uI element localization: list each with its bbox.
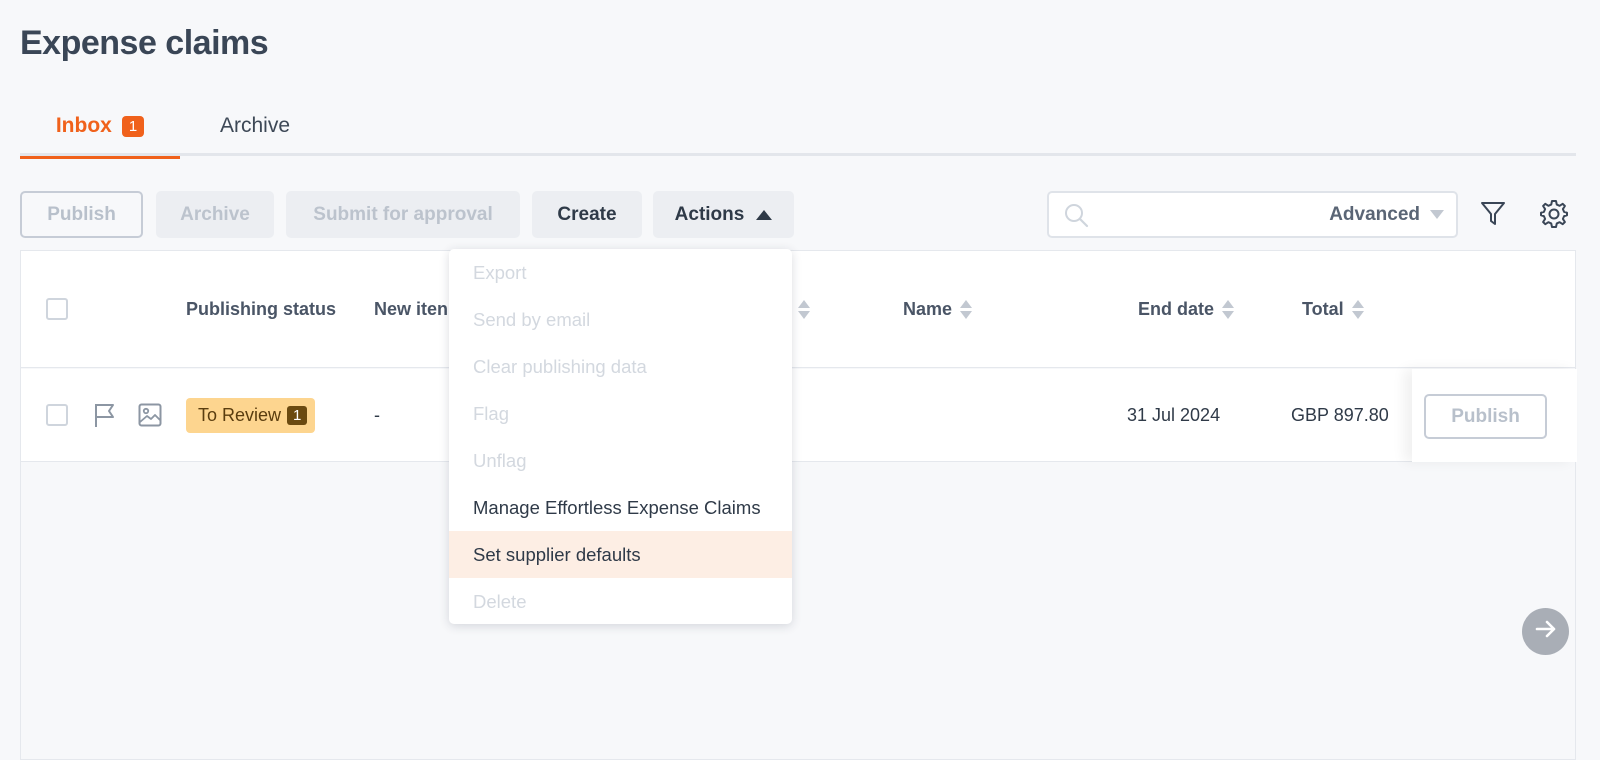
column-name[interactable]: Name: [903, 251, 973, 368]
column-total-label: Total: [1302, 299, 1344, 319]
row-publish-button[interactable]: Publish: [1424, 394, 1547, 439]
sort-icon: [960, 300, 973, 319]
publish-button[interactable]: Publish: [20, 191, 143, 238]
next-button[interactable]: [1522, 608, 1569, 655]
arrow-right-icon: [1534, 617, 1558, 646]
tab-archive[interactable]: Archive: [205, 96, 305, 156]
claims-table: Publishing status New iten Name End date…: [20, 250, 1577, 760]
page-title: Expense claims: [20, 24, 269, 62]
total-cell: GBP 897.80: [1291, 405, 1389, 425]
column-end-date[interactable]: End date: [1138, 251, 1235, 368]
search-box: Advanced: [1047, 191, 1458, 238]
tab-inbox-label: Inbox: [55, 114, 112, 137]
filter-icon[interactable]: [1480, 200, 1506, 233]
actions-menu: Export Send by email Clear publishing da…: [449, 249, 792, 624]
advanced-search-dropdown[interactable]: Advanced: [1329, 193, 1444, 236]
column-new-items[interactable]: New iten: [374, 251, 448, 368]
flag-icon[interactable]: [93, 402, 117, 433]
menu-item-send-by-email[interactable]: Send by email: [449, 296, 792, 343]
sort-icon: [798, 300, 810, 319]
menu-item-export[interactable]: Export: [449, 249, 792, 296]
submit-for-approval-button[interactable]: Submit for approval: [286, 191, 520, 238]
search-icon: [1063, 202, 1089, 233]
column-name-label: Name: [903, 299, 953, 319]
column-publishing-status[interactable]: Publishing status: [186, 251, 336, 368]
tab-bar: Inbox 1 Archive: [20, 96, 1576, 159]
inbox-count-badge: 1: [121, 115, 145, 137]
end-date-cell: 31 Jul 2024: [1127, 405, 1221, 425]
menu-item-delete[interactable]: Delete: [449, 578, 792, 625]
status-label: To Review: [198, 405, 282, 425]
column-total[interactable]: Total: [1302, 251, 1364, 368]
tab-archive-label: Archive: [219, 114, 291, 137]
advanced-label: Advanced: [1329, 203, 1420, 225]
status-badge[interactable]: To Review 1: [186, 398, 316, 433]
row-checkbox[interactable]: [46, 404, 68, 426]
image-icon[interactable]: [138, 403, 162, 432]
column-end-date-label: End date: [1138, 299, 1215, 319]
table-row[interactable]: To Review 1 - 31 Jul 2024 GBP 897.80 Pub…: [21, 369, 1577, 462]
select-all-checkbox[interactable]: [46, 298, 68, 320]
actions-button[interactable]: Actions: [653, 191, 794, 238]
sort-icon: [1222, 300, 1235, 319]
caret-down-icon: [1430, 210, 1444, 219]
menu-item-flag[interactable]: Flag: [449, 390, 792, 437]
sort-icon: [1351, 300, 1364, 319]
status-count: 1: [287, 406, 308, 425]
tab-inbox[interactable]: Inbox 1: [20, 96, 180, 159]
menu-item-unflag[interactable]: Unflag: [449, 437, 792, 484]
create-button[interactable]: Create: [532, 191, 642, 238]
caret-up-icon: [756, 209, 773, 220]
new-items-cell: -: [374, 405, 380, 425]
search-input[interactable]: [1099, 199, 1299, 229]
table-header: Publishing status New iten Name End date…: [21, 251, 1575, 368]
column-hidden-sort[interactable]: [790, 251, 810, 368]
status-cell: To Review 1: [186, 369, 316, 462]
menu-item-set-supplier-defaults[interactable]: Set supplier defaults: [449, 531, 792, 578]
row-actions-cell: Publish: [1412, 369, 1577, 462]
actions-button-label: Actions: [674, 203, 745, 225]
gear-icon[interactable]: [1538, 198, 1568, 233]
archive-button[interactable]: Archive: [156, 191, 274, 238]
menu-item-clear-publishing-data[interactable]: Clear publishing data: [449, 343, 792, 390]
menu-item-manage-effortless-expense-claims[interactable]: Manage Effortless Expense Claims: [449, 484, 792, 531]
